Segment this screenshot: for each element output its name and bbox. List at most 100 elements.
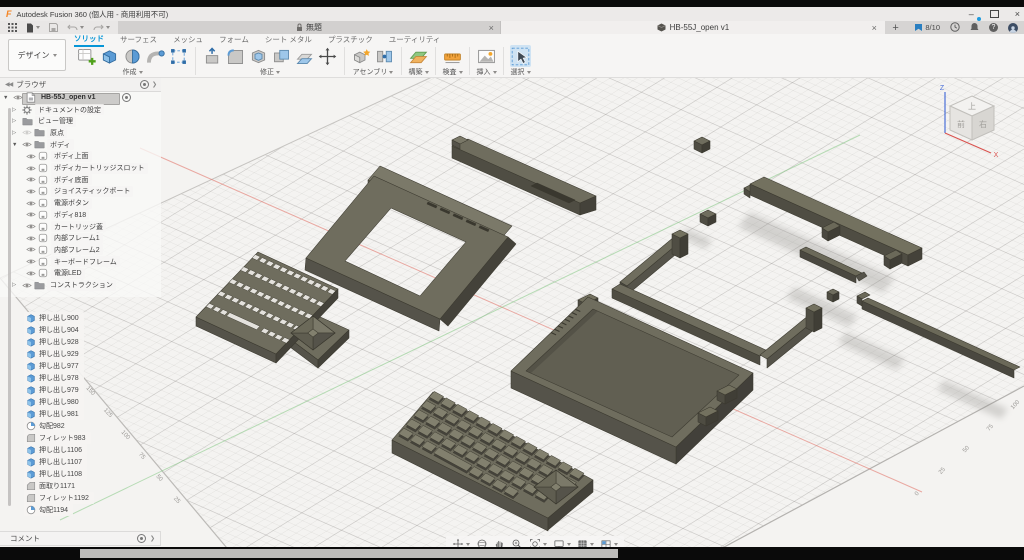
- feature-item[interactable]: 押し出し1108: [24, 468, 87, 479]
- tree-item-body[interactable]: ボディカートリッジスロット: [0, 162, 161, 174]
- tree-item-body[interactable]: ボディ上面: [0, 151, 161, 163]
- select-dropdown[interactable]: 選択: [511, 67, 531, 77]
- panel-chevron-icon[interactable]: ❯: [152, 81, 157, 88]
- visibility-eye-icon[interactable]: [26, 200, 36, 207]
- user-avatar[interactable]: [1008, 23, 1018, 33]
- app-grid-icon[interactable]: [8, 23, 17, 32]
- feature-item[interactable]: 押し出し928: [24, 336, 84, 347]
- combine-icon[interactable]: [271, 46, 292, 67]
- file-menu-icon[interactable]: [26, 23, 40, 33]
- select-cursor-icon[interactable]: [510, 46, 531, 67]
- workspace-selector-button[interactable]: デザイン: [8, 39, 66, 71]
- feature-item[interactable]: 押し出し978: [24, 372, 84, 383]
- tree-item-gear[interactable]: ▷ドキュメントの設定: [0, 104, 161, 116]
- viewcube-top-face[interactable]: 上: [968, 102, 976, 111]
- tab-untitled-document[interactable]: 無題 ×: [118, 21, 501, 34]
- visibility-eye-icon[interactable]: [26, 211, 36, 218]
- expand-arrow-icon[interactable]: ▷: [12, 130, 16, 136]
- collapse-panel-icon[interactable]: ◀◀: [5, 81, 12, 88]
- feature-item[interactable]: 押し出し929: [24, 348, 84, 359]
- tree-item-body[interactable]: ジョイスティックポート: [0, 186, 161, 198]
- new-component-icon[interactable]: [351, 46, 372, 67]
- visibility-eye-icon[interactable]: [13, 94, 23, 101]
- tab-active-document[interactable]: HB-55J_open v1 ×: [501, 21, 885, 34]
- viewcube-x-label[interactable]: X: [994, 152, 999, 159]
- undo-icon[interactable]: [67, 23, 84, 32]
- expand-arrow-icon[interactable]: ▷: [12, 107, 16, 113]
- create-sketch-icon[interactable]: [76, 46, 97, 67]
- tree-item-folder[interactable]: ▷原点: [0, 127, 161, 139]
- visibility-eye-icon[interactable]: [26, 235, 36, 242]
- expand-arrow-icon[interactable]: ▷: [12, 282, 16, 288]
- extrude-icon[interactable]: [99, 46, 120, 67]
- visibility-eye-icon[interactable]: [26, 188, 36, 195]
- feature-item[interactable]: 押し出し977: [24, 360, 84, 371]
- pattern-path-icon[interactable]: [168, 46, 189, 67]
- assemble-dropdown[interactable]: アセンブリ: [353, 67, 394, 77]
- inspect-dropdown[interactable]: 検査: [443, 67, 463, 77]
- help-icon[interactable]: ?: [989, 23, 998, 32]
- fillet-icon[interactable]: [225, 46, 246, 67]
- visibility-eye-icon[interactable]: [22, 282, 32, 289]
- close-tab-icon[interactable]: ×: [489, 23, 494, 33]
- comment-bar[interactable]: コメント ❯: [0, 531, 161, 546]
- visibility-eye-icon[interactable]: [26, 223, 36, 230]
- move-icon[interactable]: [317, 46, 338, 67]
- visibility-eye-icon[interactable]: [22, 129, 32, 136]
- ribbon-tab-4[interactable]: シート メタル: [265, 34, 312, 46]
- insert-dropdown[interactable]: 挿入: [477, 67, 497, 77]
- maximize-button[interactable]: [990, 10, 999, 18]
- browser-panel-header[interactable]: ◀◀ ブラウザ ❯: [0, 78, 161, 92]
- tree-item-body[interactable]: ボディ底面: [0, 174, 161, 186]
- close-tab-icon[interactable]: ×: [872, 23, 877, 33]
- construction-plane-icon[interactable]: [408, 46, 429, 67]
- ribbon-tab-6[interactable]: ユーティリティ: [389, 34, 441, 46]
- save-icon[interactable]: [49, 23, 58, 32]
- close-window-button[interactable]: ×: [1015, 7, 1020, 21]
- feature-item[interactable]: 押し出し980: [24, 396, 84, 407]
- redo-icon[interactable]: [93, 23, 110, 32]
- collapse-arrow-icon[interactable]: ▼: [12, 142, 17, 148]
- feature-item[interactable]: 押し出し979: [24, 384, 84, 395]
- tree-item-folder[interactable]: ▼ボディ: [0, 139, 161, 151]
- tree-item-body[interactable]: ボディ818: [0, 209, 161, 221]
- measure-icon[interactable]: [442, 46, 463, 67]
- feature-item[interactable]: 押し出し1106: [24, 444, 87, 455]
- ribbon-tab-1[interactable]: サーフェス: [120, 34, 157, 46]
- tree-item-folder[interactable]: ▷コンストラクション: [0, 279, 161, 291]
- feature-item[interactable]: 勾配1194: [24, 504, 73, 515]
- new-tab-button[interactable]: +: [885, 21, 907, 34]
- sweep-icon[interactable]: [145, 46, 166, 67]
- feature-item[interactable]: フィレット983: [24, 432, 91, 443]
- viewcube-front-face[interactable]: 前: [957, 119, 965, 129]
- feature-item[interactable]: 面取り1171: [24, 480, 80, 491]
- feature-item[interactable]: 押し出し1107: [24, 456, 87, 467]
- feature-item[interactable]: フィレット1192: [24, 492, 94, 503]
- tree-item-body[interactable]: キーボードフレーム: [0, 256, 161, 268]
- feature-item[interactable]: 勾配982: [24, 420, 70, 431]
- comment-options-icon[interactable]: [137, 534, 146, 543]
- press-pull-icon[interactable]: [202, 46, 223, 67]
- visibility-eye-icon[interactable]: [22, 141, 32, 148]
- tree-item-body[interactable]: 内部フレーム1: [0, 232, 161, 244]
- tree-item-root[interactable]: ▼HB-55J_open v1: [0, 92, 161, 104]
- visibility-eye-icon[interactable]: [26, 165, 36, 172]
- modify-dropdown[interactable]: 修正: [260, 67, 280, 77]
- tree-item-folder[interactable]: ▷ビュー管理: [0, 115, 161, 127]
- visibility-eye-icon[interactable]: [26, 270, 36, 277]
- ribbon-tab-2[interactable]: メッシュ: [173, 34, 203, 46]
- collapse-arrow-icon[interactable]: ▼: [3, 95, 8, 101]
- feature-item[interactable]: 押し出し904: [24, 324, 84, 335]
- viewcube-right-face[interactable]: 右: [979, 119, 987, 129]
- tree-item-body[interactable]: 電源LED: [0, 268, 161, 280]
- viewcube-z-label[interactable]: Z: [940, 85, 945, 92]
- create-dropdown[interactable]: 作成: [123, 67, 143, 77]
- feature-item[interactable]: 押し出し981: [24, 408, 84, 419]
- activate-component-radio[interactable]: [122, 93, 131, 102]
- shell-icon[interactable]: [248, 46, 269, 67]
- panel-options-icon[interactable]: [140, 80, 149, 89]
- insert-canvas-icon[interactable]: [476, 46, 497, 67]
- ribbon-tab-5[interactable]: プラスチック: [328, 34, 373, 46]
- job-status-badge[interactable]: 8/10: [914, 23, 940, 32]
- revolve-icon[interactable]: [122, 46, 143, 67]
